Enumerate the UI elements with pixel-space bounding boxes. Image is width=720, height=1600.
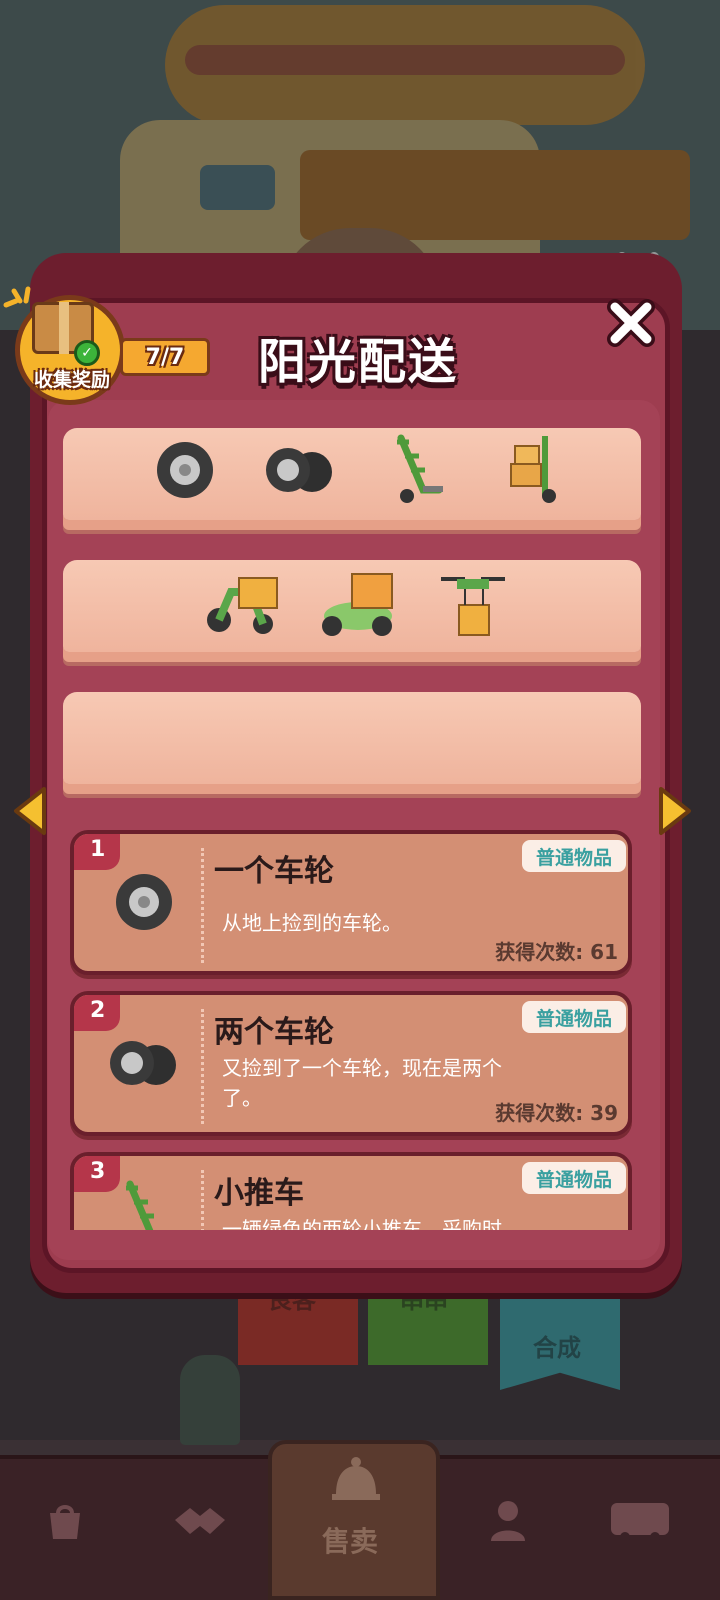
obtained-count: 获得次数: 61 [495, 940, 618, 964]
surfboard-decoration [165, 5, 645, 125]
item-description: 一辆绿色的两轮小推车，采购时 [222, 1217, 502, 1230]
item-description: 又捡到了一个车轮，现在是两个了。 [222, 1056, 502, 1110]
item-number: 2 [90, 998, 106, 1023]
item-name: 小推车 [214, 1176, 304, 1211]
reward-label: 收集奖励 [33, 369, 110, 391]
nav-handshake-icon[interactable] [160, 1480, 240, 1560]
rarity-tag: 普通物品 [522, 840, 626, 872]
boxes-cart-icon[interactable] [485, 430, 575, 510]
delivery-scooter-icon[interactable] [198, 565, 288, 645]
item-name: 两个车轮 [214, 1015, 334, 1050]
checkmark-icon: ✓ [74, 340, 100, 366]
nav-person-icon[interactable] [468, 1480, 548, 1560]
item-card[interactable]: 1 一个车轮 从地上捡到的车轮。 普通物品 获得次数: 61 [70, 830, 632, 975]
bg-tab-merge-label: 合成 [533, 1334, 581, 1362]
item-description: 从地上捡到的车轮。 [222, 911, 402, 935]
wheel-icon [104, 862, 184, 942]
hand-truck-icon[interactable] [370, 430, 460, 510]
item-list[interactable]: 1 一个车轮 从地上捡到的车轮。 普通物品 获得次数: 61 2 两个车轮 又捡… [70, 830, 632, 1230]
item-card[interactable]: 2 两个车轮 又捡到了一个车轮，现在是两个了。 普通物品 获得次数: 39 [70, 991, 632, 1136]
item-number: 1 [90, 837, 106, 862]
card-divider [201, 1170, 204, 1230]
customer-character [180, 1355, 240, 1445]
thatched-roof [300, 150, 690, 240]
item-name: 一个车轮 [214, 854, 334, 889]
nav-sell-label: 售卖 [322, 1525, 379, 1558]
next-page-arrow-icon[interactable] [655, 785, 695, 837]
item-card[interactable]: 3 小推车 一辆绿色的两轮小推车，采购时 普通物品 [70, 1152, 632, 1230]
rarity-tag: 普通物品 [522, 1162, 626, 1194]
nav-bus-icon[interactable] [600, 1480, 680, 1560]
modal-title: 阳光配送 [258, 334, 459, 390]
rarity-tag: 普通物品 [522, 1001, 626, 1033]
green-scooter-icon[interactable] [313, 565, 403, 645]
shelf-3 [63, 692, 641, 784]
two-wheels-icon[interactable] [255, 430, 345, 510]
bell-icon [328, 1450, 384, 1517]
card-divider [201, 1009, 204, 1124]
wheel-icon[interactable] [140, 430, 230, 510]
close-button[interactable] [600, 292, 662, 354]
two-wheels-icon [104, 1023, 184, 1103]
prev-page-arrow-icon[interactable] [10, 785, 50, 837]
collection-progress: 7/7 [120, 338, 210, 376]
close-icon [607, 299, 655, 347]
hand-truck-icon [104, 1176, 184, 1230]
card-divider [201, 848, 204, 963]
obtained-count: 获得次数: 39 [495, 1101, 618, 1125]
delivery-drone-icon[interactable] [428, 565, 518, 645]
van-window [200, 165, 275, 210]
nav-bag-icon[interactable] [25, 1480, 105, 1560]
